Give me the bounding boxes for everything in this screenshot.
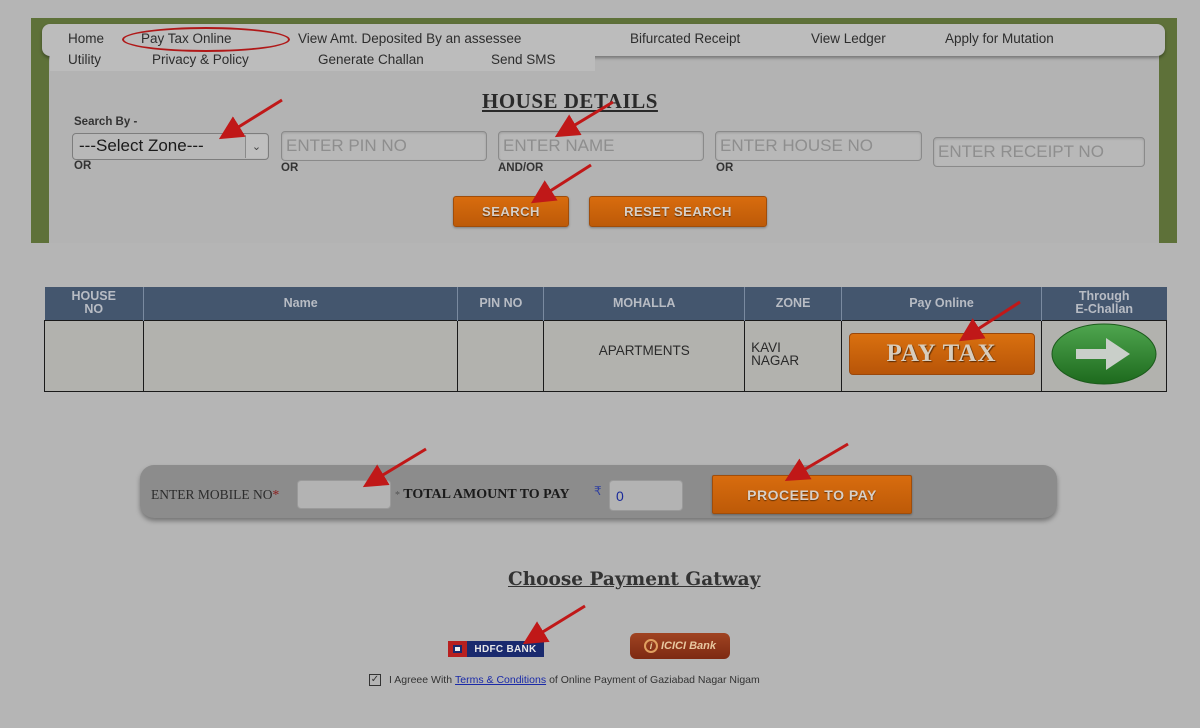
col-zone: ZONE	[744, 287, 843, 320]
nav-bifurcated-receipt[interactable]: Bifurcated Receipt	[630, 31, 740, 46]
cell-house-no	[44, 319, 144, 392]
terms-agreement: ✓ I Agreee With Terms & Conditions of On…	[369, 674, 760, 686]
or-label: OR	[281, 162, 299, 174]
table-row: APARTMENTS KAVI NAGAR PAY TAX	[44, 319, 1168, 392]
and-or-label: AND/OR	[498, 162, 544, 174]
mobile-input[interactable]	[297, 480, 391, 509]
agree-prefix: I Agreee With	[389, 674, 453, 686]
col-house-no: HOUSE NO	[44, 287, 144, 320]
search-by-label: Search By -	[74, 116, 138, 128]
reset-search-button[interactable]: RESET SEARCH	[589, 196, 767, 227]
nav-view-amt-deposited[interactable]: View Amt. Deposited By an assessee	[298, 31, 521, 46]
col-name: Name	[143, 287, 459, 320]
name-input[interactable]	[498, 131, 704, 161]
house-details-title: HOUSE DETAILS	[482, 89, 658, 113]
proceed-to-pay-button[interactable]: PROCEED TO PAY	[712, 475, 912, 514]
col-pay-online: Pay Online	[841, 287, 1042, 320]
results-table: HOUSE NO Name PIN NO MOHALLA ZONE Pay Onl…	[44, 287, 1168, 392]
nav-home[interactable]: Home	[68, 31, 104, 46]
nav-generate-challan[interactable]: Generate Challan	[318, 52, 424, 67]
nav-apply-mutation[interactable]: Apply for Mutation	[945, 31, 1054, 46]
house-no-input[interactable]	[715, 131, 922, 161]
pay-tax-button[interactable]: PAY TAX	[848, 332, 1035, 375]
agree-suffix: of Online Payment of Gaziabad Nagar Niga…	[549, 674, 760, 686]
cell-pin-no	[457, 319, 545, 392]
cell-zone: KAVI NAGAR	[744, 319, 843, 392]
nav-send-sms[interactable]: Send SMS	[491, 52, 556, 67]
icici-logo-icon: i	[643, 639, 658, 653]
col-mohalla: MOHALLA	[543, 287, 746, 320]
cell-mohalla: APARTMENTS	[543, 319, 746, 392]
or-label: OR	[74, 160, 92, 172]
chevron-down-icon[interactable]: ⌄	[245, 135, 267, 158]
col-pin-no: PIN NO	[457, 287, 545, 320]
agree-checkbox[interactable]: ✓	[369, 674, 381, 686]
nav-utility[interactable]: Utility	[68, 52, 101, 67]
arrow-right-icon[interactable]	[1050, 323, 1158, 385]
zone-select[interactable]: ---Select Zone--- ⌄	[72, 133, 269, 160]
cell-pay-online: PAY TAX	[841, 319, 1042, 392]
icici-bank-label: ICICI Bank	[660, 640, 716, 652]
icici-bank-option[interactable]: i ICICI Bank	[630, 633, 730, 659]
amount-input[interactable]	[609, 480, 683, 511]
or-label: OR	[716, 162, 734, 174]
pin-input[interactable]	[281, 131, 487, 161]
nav-pay-tax-online[interactable]: Pay Tax Online	[141, 31, 232, 46]
table-header-row: HOUSE NO Name PIN NO MOHALLA ZONE Pay Onl…	[44, 287, 1167, 320]
nav-privacy-policy[interactable]: Privacy & Policy	[152, 52, 249, 67]
mobile-label: ENTER MOBILE NO*	[151, 487, 280, 502]
annotation-arrow	[522, 604, 586, 645]
hdfc-bank-label: HDFC BANK	[467, 641, 544, 657]
receipt-no-input[interactable]	[933, 137, 1145, 167]
nav-view-ledger[interactable]: View Ledger	[811, 31, 886, 46]
hdfc-logo-icon	[448, 641, 467, 657]
cell-echallan	[1040, 319, 1168, 392]
gateway-title: Choose Payment Gatway	[508, 569, 761, 590]
hdfc-bank-option[interactable]: HDFC BANK	[448, 641, 544, 657]
total-amount-label: * TOTAL AMOUNT TO PAY	[395, 487, 570, 502]
terms-link[interactable]: Terms & Conditions	[455, 674, 546, 686]
cell-name	[142, 319, 459, 392]
zone-select-value: ---Select Zone---	[79, 136, 204, 155]
col-echallan: Through E-Challan	[1041, 287, 1167, 320]
search-button[interactable]: SEARCH	[453, 196, 569, 227]
rupee-icon: ₹	[594, 484, 602, 498]
